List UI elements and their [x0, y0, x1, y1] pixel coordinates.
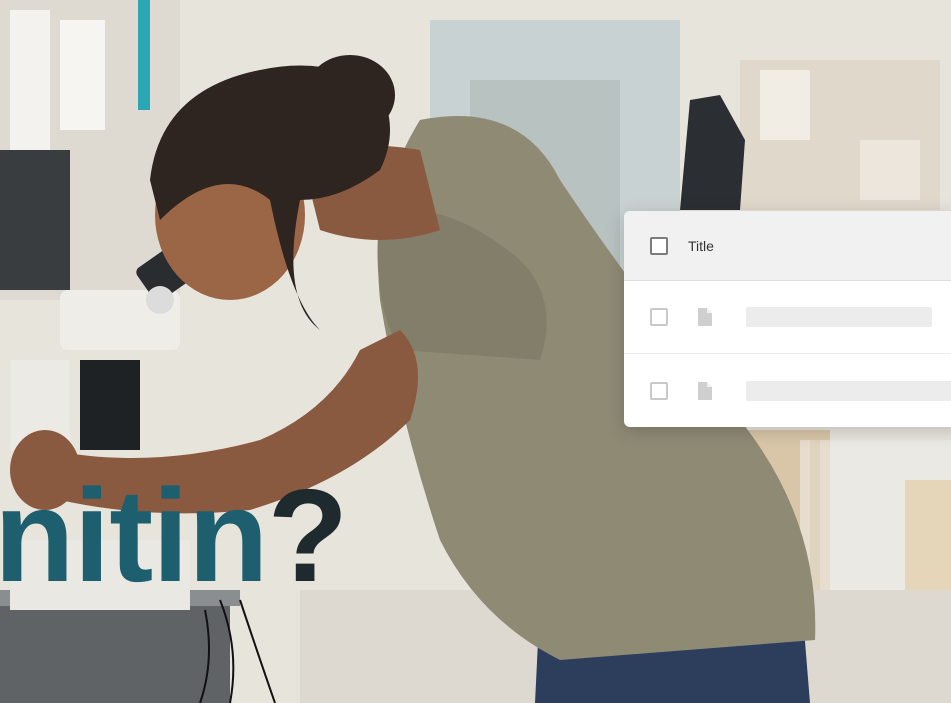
title-placeholder: [746, 307, 932, 327]
hero-banner: Title nitin?: [0, 0, 951, 703]
table-row[interactable]: [624, 354, 951, 427]
document-icon: [698, 381, 712, 400]
select-all-checkbox[interactable]: [650, 236, 668, 255]
headline-text: nitin: [0, 462, 269, 609]
title-placeholder: [746, 380, 951, 401]
row-checkbox[interactable]: [650, 308, 668, 326]
hero-headline: nitin?: [0, 470, 348, 602]
document-icon: [698, 308, 712, 326]
table-row[interactable]: [624, 281, 951, 354]
file-table-card: Title: [624, 211, 951, 427]
row-checkbox[interactable]: [650, 381, 668, 400]
table-header: Title: [624, 211, 951, 281]
title-column-header[interactable]: Title: [688, 238, 714, 254]
headline-question-mark: ?: [267, 462, 349, 609]
